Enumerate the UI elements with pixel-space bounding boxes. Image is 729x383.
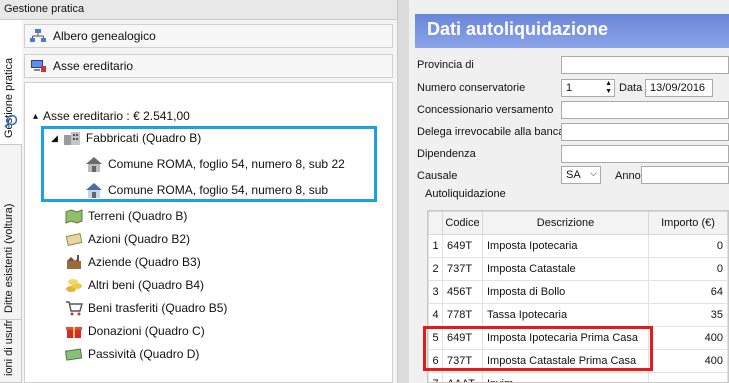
codice-cell[interactable]: 778T: [442, 303, 483, 327]
importo-cell[interactable]: 400: [648, 326, 728, 350]
provincia-input[interactable]: [561, 56, 729, 74]
descrizione-cell[interactable]: Imposta Catastale: [482, 257, 649, 281]
albero-genealogico-label: Albero genealogico: [53, 29, 156, 43]
numero-conservatorie-input[interactable]: 1 ▲ ▼: [561, 79, 615, 97]
table-row[interactable]: 3 456T Imposta di Bollo 64: [428, 280, 728, 304]
descrizione-cell[interactable]: Imposta Ipotecaria: [482, 234, 649, 258]
descrizione-header[interactable]: Descrizione: [482, 211, 649, 235]
tree-item-beni-trasferiti[interactable]: Beni trasferiti (Quadro B5): [65, 297, 227, 319]
codice-cell[interactable]: AAAT: [442, 372, 483, 382]
tab-ditte-esistenti[interactable]: Ditte esistenti (voltura): [0, 145, 22, 320]
codice-cell[interactable]: 456T: [442, 280, 483, 304]
tab-ditte-esistenti-label: Ditte esistenti (voltura): [3, 203, 15, 313]
asse-ereditario-label: Asse ereditario: [53, 59, 134, 73]
red-highlight-box: [423, 326, 653, 371]
shares-icon: [65, 233, 83, 246]
codice-header[interactable]: Codice: [442, 211, 483, 235]
delega-input[interactable]: [561, 123, 729, 141]
vertical-tab-strip: Gestione pratica Ditte esistenti (voltur…: [0, 20, 22, 383]
anno-label: Anno: [615, 170, 641, 182]
concessionario-input[interactable]: [561, 101, 729, 119]
map-icon: [65, 209, 83, 224]
magnifier-icon: [4, 114, 18, 128]
form-header: Dati autoliquidazione: [415, 14, 729, 48]
importo-cell[interactable]: 35: [648, 303, 728, 327]
tree-item-passivita[interactable]: Passività (Quadro D): [65, 343, 199, 365]
importo-cell[interactable]: [648, 372, 728, 382]
descrizione-cell[interactable]: Tassa Ipotecaria: [482, 303, 649, 327]
importo-cell[interactable]: 64: [648, 280, 728, 304]
importo-cell[interactable]: 400: [648, 349, 728, 373]
expand-arrow-icon: ▴: [33, 110, 39, 122]
causale-value: SA: [566, 169, 581, 181]
family-tree-icon: [30, 29, 46, 42]
tree-item-donazioni-label: Donazioni (Quadro C): [88, 324, 205, 338]
panel-splitter[interactable]: [397, 0, 409, 383]
row-number: 7: [428, 372, 443, 382]
window-title: Gestione pratica: [0, 0, 397, 20]
importo-header[interactable]: Importo (€): [648, 211, 728, 235]
tree-item-beni-trasferiti-label: Beni trasferiti (Quadro B5): [88, 301, 228, 315]
descrizione-cell[interactable]: Invim: [482, 372, 649, 382]
tree-item-donazioni[interactable]: Donazioni (Quadro C): [65, 320, 205, 342]
tree-item-terreni[interactable]: Terreni (Quadro B): [65, 205, 187, 227]
codice-cell[interactable]: 649T: [442, 234, 483, 258]
dipendenza-label: Dipendenza: [417, 148, 476, 160]
numero-conservatorie-label: Numero conservatorie: [417, 82, 526, 94]
asse-ereditario-button[interactable]: Asse ereditario: [24, 54, 393, 78]
causale-label: Causale: [417, 170, 458, 182]
importo-cell[interactable]: 0: [648, 234, 728, 258]
tree-item-terreni-label: Terreni (Quadro B): [88, 209, 188, 223]
gift-icon: [66, 327, 82, 338]
numero-conservatorie-value: 1: [566, 82, 573, 94]
row-number: 2: [428, 257, 443, 281]
tree-item-passivita-label: Passività (Quadro D): [88, 347, 200, 361]
table-row[interactable]: 7AAATInvim: [428, 372, 728, 382]
blue-highlight-box: [41, 126, 377, 202]
delega-label: Delega irrevocabile alla banca: [417, 126, 565, 138]
row-number-header: [428, 211, 443, 235]
autoliquidazione-label: Autoliquidazione: [425, 188, 506, 200]
tree-item-azioni[interactable]: Azioni (Quadro B2): [65, 228, 190, 250]
table-row[interactable]: 4 778T Tassa Ipotecaria 35: [428, 303, 728, 327]
provincia-label: Provincia di: [417, 59, 474, 71]
tree-root-label: Asse ereditario : € 2.541,00: [43, 109, 190, 123]
banknotes-icon: [65, 348, 83, 361]
row-number: 3: [428, 280, 443, 304]
tab-gestione-pratica[interactable]: Gestione pratica: [0, 20, 22, 145]
spinner-icon[interactable]: ▲ ▼: [605, 80, 612, 96]
codice-cell[interactable]: 737T: [442, 257, 483, 281]
anno-input[interactable]: [641, 166, 729, 184]
causale-select[interactable]: SA ⌵: [561, 166, 601, 184]
row-number: 4: [428, 303, 443, 327]
tree-root[interactable]: ▴ Asse ereditario : € 2.541,00: [33, 105, 190, 127]
tree-item-altri-beni-label: Altri beni (Quadro B4): [88, 278, 205, 292]
coins-icon: [66, 279, 82, 292]
tree-item-altri-beni[interactable]: Altri beni (Quadro B4): [65, 274, 204, 296]
computer-icon: [31, 60, 46, 72]
tab-usufrutto-label: ioni di usufrutto: [3, 320, 15, 376]
data-label: Data: [619, 82, 643, 94]
concessionario-label: Concessionario versamento: [417, 104, 554, 116]
tree-item-azioni-label: Azioni (Quadro B2): [88, 232, 191, 246]
tree-item-aziende-label: Aziende (Quadro B3): [88, 255, 201, 269]
tree-item-aziende[interactable]: Aziende (Quadro B3): [65, 251, 201, 273]
row-number: 1: [428, 234, 443, 258]
cart-icon: [66, 301, 83, 316]
chevron-down-icon: ⌵: [590, 168, 597, 178]
tab-usufrutto[interactable]: ioni di usufrutto: [0, 320, 22, 383]
albero-genealogico-button[interactable]: Albero genealogico: [24, 24, 393, 48]
descrizione-cell[interactable]: Imposta di Bollo: [482, 280, 649, 304]
data-input[interactable]: 13/09/2016: [645, 79, 713, 97]
table-row[interactable]: 1 649T Imposta Ipotecaria 0: [428, 234, 728, 258]
table-row[interactable]: 2 737T Imposta Catastale 0: [428, 257, 728, 281]
factory-icon: [67, 255, 81, 269]
importo-cell[interactable]: 0: [648, 257, 728, 281]
dipendenza-input[interactable]: [561, 145, 729, 163]
